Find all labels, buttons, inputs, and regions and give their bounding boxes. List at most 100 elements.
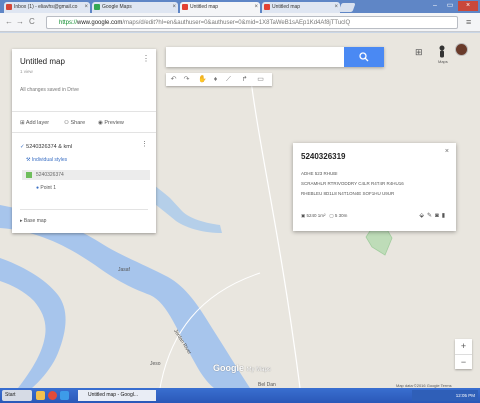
my-maps-icon	[264, 4, 270, 10]
forward-icon[interactable]: →	[16, 17, 24, 26]
save-status: All changes saved in Drive	[20, 87, 79, 93]
explorer-icon[interactable]	[36, 391, 45, 400]
close-window-button[interactable]: ×	[458, 1, 478, 11]
url-input[interactable]: https://www.google.com/maps/d/edit?hl=en…	[46, 16, 458, 29]
share-label: Share	[70, 120, 86, 126]
area-value: 5240 1m²	[306, 213, 326, 218]
browser-tab-strip: Inbox (1) - eliavhs@gmail.co × Google Ma…	[0, 0, 480, 13]
tab-untitled-map[interactable]: Untitled map ×	[262, 2, 340, 13]
browser-icon[interactable]	[60, 391, 69, 400]
expand-icon[interactable]: ▸	[20, 218, 23, 224]
pegman-icon[interactable]	[437, 45, 447, 58]
browser-menu-icon[interactable]: ≡	[466, 17, 471, 27]
feature-description-line: ADHE 523 RHUBI	[301, 171, 338, 176]
url-path: /maps/d/edit?hl=en&authuser=0&authuser=0…	[122, 20, 351, 26]
card-actions: ⬙✎◙▮	[419, 212, 448, 219]
chrome-icon[interactable]	[48, 391, 57, 400]
url-scheme: https://	[59, 20, 78, 26]
minimize-button[interactable]: –	[428, 1, 442, 11]
taskbar-window-item[interactable]: Untitled map - Googl...	[78, 390, 156, 401]
apps-grid-icon[interactable]: ⊞	[415, 47, 423, 58]
perimeter-value: 5 30m	[334, 213, 348, 218]
close-icon[interactable]: ×	[172, 4, 176, 10]
new-tab-button[interactable]	[338, 3, 356, 12]
checkbox-checked-icon[interactable]: ✓	[20, 144, 25, 150]
feature-row[interactable]: 5240326374	[22, 170, 150, 180]
area-icon: ▣	[301, 213, 306, 218]
perimeter-icon: ▢	[329, 213, 334, 218]
tab-google-maps[interactable]: Google Maps ×	[92, 2, 178, 13]
avatar[interactable]	[455, 43, 468, 56]
edit-pencil-icon[interactable]: ✎	[427, 213, 435, 219]
zoom-control: + −	[455, 339, 472, 369]
town-label: Jasaf	[118, 267, 130, 273]
tab-inbox[interactable]: Inbox (1) - eliavhs@gmail.co ×	[4, 2, 90, 13]
zoom-in-button[interactable]: +	[455, 339, 472, 354]
delete-icon[interactable]: ▮	[442, 213, 448, 219]
preview-button[interactable]: ◉ Preview	[98, 120, 124, 126]
tab-untitled-map-active[interactable]: Untitled map ×	[180, 2, 260, 13]
windows-taskbar: Start Untitled map - Googl... 12:05 PM	[0, 388, 480, 403]
maximize-button[interactable]: ▭	[443, 1, 457, 11]
feature-measurements: ▣ 5240 1m² ▢ 5 30m	[301, 213, 347, 219]
start-button[interactable]: Start	[2, 390, 32, 401]
directions-icon[interactable]: ↱	[238, 74, 251, 85]
address-bar: ← → C https://www.google.com/maps/d/edit…	[0, 13, 480, 32]
search-button[interactable]	[344, 47, 384, 67]
share-button[interactable]: ⚇ Share	[64, 120, 85, 126]
feature-description-line: SCRAMHLR RTRIVODDRY C4LR R4T4R R4HU16	[301, 181, 404, 186]
feature-info-card: × 5240326319 ADHE 523 RHUBI SCRAMHLR RTR…	[293, 143, 456, 231]
back-icon[interactable]: ←	[5, 17, 13, 26]
close-icon[interactable]: ×	[254, 4, 258, 10]
feature-description-line: RHEBLEU 8D1L8 N4T1ON4E SOF1HU U9UR	[301, 191, 395, 196]
preview-label: Preview	[104, 120, 124, 126]
my-maps-icon	[182, 4, 188, 10]
layer-name: 5240326374 & kml	[26, 144, 73, 150]
search-input[interactable]	[166, 47, 346, 67]
layer-row[interactable]: ✓ 5240326374 & kml	[20, 144, 72, 150]
add-layer-button[interactable]: ⊞ Add layer	[20, 120, 49, 126]
ruler-icon[interactable]: ▭	[254, 74, 267, 85]
base-map-label: Base map	[23, 218, 47, 224]
map-canvas[interactable]: Jasaf Jeso Bel Dan Jordan River Untitled…	[0, 33, 480, 388]
undo-icon[interactable]: ↶	[167, 74, 180, 85]
feature-name: 5240326374	[36, 172, 64, 178]
base-map-row[interactable]: ▸ Base map	[20, 209, 148, 224]
draw-line-icon[interactable]: ⟋	[222, 74, 235, 85]
google-my-maps-logo: Google My Maps	[213, 363, 271, 373]
close-icon[interactable]: ×	[334, 4, 338, 10]
add-layer-label: Add layer	[25, 120, 50, 126]
my-maps-wordmark: My Maps	[246, 367, 271, 373]
marker-icon[interactable]: ♦	[209, 74, 222, 85]
maps-icon	[94, 4, 100, 10]
system-tray: 12:05 PM	[412, 390, 478, 401]
drawing-toolbar: ↶ ↷ ✋ ♦ ⟋ ↱ ▭	[166, 73, 272, 86]
river-arm	[0, 258, 66, 388]
panel-actions: ⊞ Add layer ⚇ Share ◉ Preview	[12, 111, 156, 133]
map-title[interactable]: Untitled map	[20, 57, 65, 66]
layer-options-icon[interactable]: ⋮	[141, 141, 148, 148]
close-icon[interactable]: ×	[445, 148, 449, 155]
hand-icon[interactable]: ✋	[196, 74, 209, 85]
close-icon[interactable]: ×	[84, 4, 88, 10]
clock[interactable]: 12:05 PM	[456, 393, 475, 398]
polygon-swatch-icon	[26, 172, 32, 178]
style-link-label: Individual styles	[31, 157, 68, 163]
tab-label: Google Maps	[102, 4, 132, 10]
maps-label: Maps	[438, 59, 448, 64]
style-link[interactable]: ⚒ Individual styles	[26, 157, 67, 163]
paint-style-icon[interactable]: ⬙	[419, 213, 427, 219]
redo-icon[interactable]: ↷	[180, 74, 193, 85]
tab-label: Untitled map	[190, 4, 219, 10]
camera-icon[interactable]: ◙	[435, 213, 442, 219]
google-wordmark: Google	[213, 363, 244, 373]
zoom-out-button[interactable]: −	[455, 354, 472, 369]
pin-icon: ●	[36, 185, 40, 191]
point-label: Point 1	[40, 185, 56, 191]
more-options-icon[interactable]: ⋮	[142, 55, 150, 63]
tab-label: Untitled map	[272, 4, 301, 10]
point-row[interactable]: ● Point 1	[36, 185, 56, 191]
map-views: 1 view	[20, 69, 33, 74]
url-host: www.google.com	[77, 20, 123, 26]
reload-icon[interactable]: C	[29, 17, 35, 26]
